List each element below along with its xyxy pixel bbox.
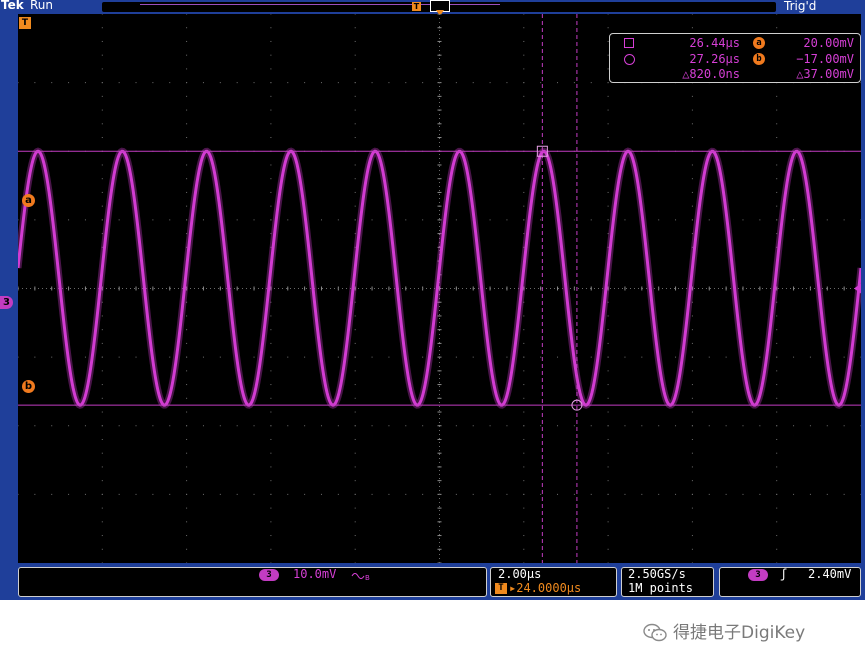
channel-3-waveform	[18, 149, 861, 407]
cursor-b-time: 27.26µs	[689, 52, 740, 66]
wechat-icon	[643, 623, 667, 642]
record-length: 1M points	[628, 581, 694, 595]
cursor-delta-time: △820.0ns	[682, 67, 740, 81]
trigger-position-marker[interactable]: T	[19, 17, 31, 29]
channel-3-panel[interactable]: 3 10.0mV B	[18, 567, 487, 597]
timebase-value: 2.00µs	[498, 567, 542, 581]
channel-3-scale: 10.0mV	[293, 567, 337, 581]
watermark-text: 得捷电子DigiKey	[673, 623, 806, 643]
cursor-a-badge: a	[753, 37, 765, 49]
cursor-delta-voltage: △37.00mV	[796, 67, 854, 81]
brand-label: Tek	[1, 0, 24, 12]
trigger-level: 2.40mV	[808, 567, 852, 581]
bw-limit-icon: B	[351, 573, 370, 581]
channel-3-ground-marker[interactable]: 3	[0, 296, 13, 309]
svg-text:B: B	[365, 574, 370, 581]
acquisition-panel[interactable]: 2.50GS/s 1M points	[621, 567, 714, 597]
graticule-svg	[18, 14, 861, 563]
watermark: 得捷电子DigiKey	[643, 618, 806, 643]
cursor-readout: 26.44µs a 20.00mV 27.26µs b −17.00mV △82…	[609, 33, 861, 83]
waveform-display[interactable]	[18, 14, 861, 563]
trigger-offset-value: ▸24.0000µs	[509, 581, 582, 595]
cursor-b-voltage: −17.00mV	[796, 52, 854, 66]
cursor-a-voltage: 20.00mV	[803, 36, 854, 50]
rising-edge-icon: ʃ	[780, 567, 788, 581]
cursor-b-circle-icon	[624, 54, 635, 65]
trigger-source-badge: 3	[748, 569, 768, 581]
cursor-b-badge: b	[753, 53, 765, 65]
timebase-panel[interactable]: 2.00µs T ▸24.0000µs	[490, 567, 617, 597]
record-trigger-marker: T	[412, 2, 421, 11]
cursor-a-marker[interactable]: a	[22, 194, 35, 207]
sample-rate: 2.50GS/s	[628, 567, 686, 581]
oscilloscope-screen: Tek Run T Trig'd T a b 3 26.44µs a 20.00…	[0, 0, 865, 600]
trigger-offset-icon: T	[495, 583, 507, 594]
cursor-b-marker[interactable]: b	[22, 380, 35, 393]
cursor-a-time: 26.44µs	[689, 36, 740, 50]
cursor-a-square-icon	[624, 38, 634, 48]
trigger-status: Trig'd	[780, 0, 864, 13]
channel-3-badge: 3	[259, 569, 279, 581]
acquisition-status[interactable]: Run	[30, 0, 53, 12]
status-bar: Tek Run T Trig'd	[0, 0, 865, 16]
trigger-panel[interactable]: 3 ʃ 2.40mV	[719, 567, 861, 597]
